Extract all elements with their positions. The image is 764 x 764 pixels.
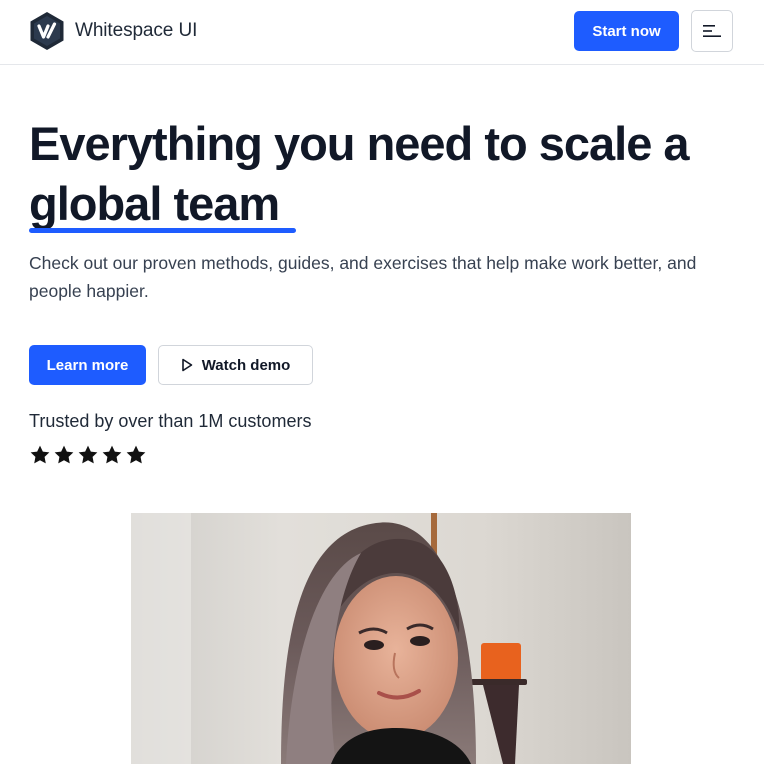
hero-subtext: Check out our proven methods, guides, an… — [29, 253, 697, 301]
navbar: Whitespace UI Start now — [0, 0, 764, 65]
learn-more-button[interactable]: Learn more — [29, 345, 146, 385]
star-icon — [54, 445, 74, 464]
watch-demo-label: Watch demo — [201, 356, 291, 374]
star-icon — [126, 445, 146, 464]
star-icon — [78, 445, 98, 464]
hero-headline: Everything you need to scale a global te… — [29, 117, 690, 230]
headline-underline — [29, 228, 296, 233]
play-icon — [181, 358, 192, 372]
hero-photo — [131, 513, 631, 764]
brand-name: Whitespace UI — [75, 20, 198, 41]
brand-link[interactable]: Whitespace UI — [29, 11, 197, 51]
hamburger-menu-icon — [703, 25, 721, 37]
star-rating — [29, 444, 147, 466]
start-now-button[interactable]: Start now — [574, 11, 679, 51]
star-icon — [30, 445, 50, 464]
star-icon — [102, 445, 122, 464]
whitespace-logo-icon — [30, 12, 64, 50]
trust-text: Trusted by over than 1M customers — [29, 411, 312, 431]
menu-button[interactable] — [691, 10, 733, 52]
watch-demo-button[interactable]: Watch demo — [158, 345, 313, 385]
